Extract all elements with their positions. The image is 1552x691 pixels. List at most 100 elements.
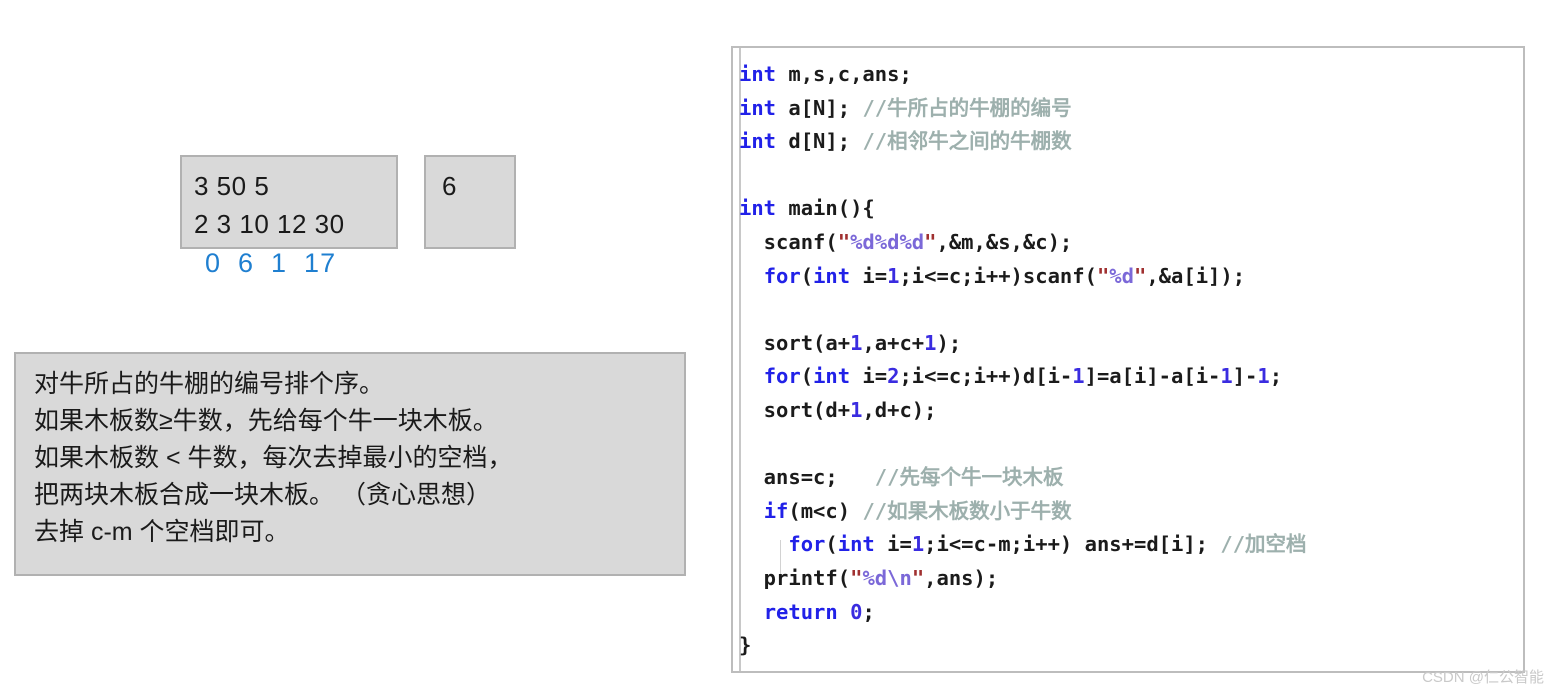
code-token-id: i= [850,364,888,389]
code-token-id: ,ans); [924,565,999,590]
code-token-id: ; [862,599,875,624]
code-token-kw: for [763,364,801,389]
code-line: } [739,629,1523,663]
code-line: scanf("%d%d%d",&m,&s,&c); [739,226,1523,260]
code-token-id [739,532,788,556]
code-token-quo: " [837,229,851,254]
code-token-cmt: //牛所占的牛棚的编号 [862,95,1072,120]
code-panel[interactable]: int m,s,c,ans; int a[N]; //牛所占的牛棚的编号 int d… [731,46,1525,673]
code-token-id: sort(a+ [739,330,851,355]
code-token-id: (m<c) [788,498,863,523]
code-token-kw: int [739,95,777,120]
code-line: sort(d+1,d+c); [739,394,1523,428]
code-token-id [739,364,764,388]
code-token-num: 1 [1220,364,1233,389]
code-token-id: ); [936,330,962,355]
code-line: if(m<c) //如果木板数小于牛数 [739,495,1523,529]
explanation-line-3: 如果木板数 < 牛数，每次去掉最小的空档， [34,444,513,472]
code-token-id: ( [825,532,838,557]
code-token-id: ( [800,263,814,288]
code-line: for(int i=2;i<=c;i++)d[i-1]=a[i]-a[i-1]-… [739,360,1523,394]
code-token-id: ]- [1232,364,1258,389]
code-line: ans=c; //先每个牛一块木板 [739,461,1523,495]
code-token-cmt: //如果木板数小于牛数 [862,498,1072,523]
code-token-kw: int [813,364,851,389]
code-token-id: d[N]; [776,129,863,154]
explanation-line-5: 去掉 c-m 个空档即可。 [34,518,290,546]
code-line: printf("%d\n",ans); [739,562,1523,596]
explanation-line-2: 如果木板数≥牛数，先给每个牛一块木板。 [34,407,498,435]
code-line: int a[N]; //牛所占的牛棚的编号 [739,92,1523,126]
code-token-num: 1 [887,263,900,288]
code-line: int d[N]; //相邻牛之间的牛棚数 [739,125,1523,159]
code-token-id [739,499,764,523]
explanation-line-4: 把两块木板合成一块木板。 （贪心思想） [34,481,491,509]
code-line: sort(a+1,a+c+1); [739,327,1523,361]
code-token-num: 1 [924,330,937,355]
code-token-cmt: //相邻牛之间的牛棚数 [862,129,1072,154]
code-token-kw: int [739,129,777,154]
sample-output-line-1: 6 [442,171,457,201]
code-block[interactable]: int m,s,c,ans; int a[N]; //牛所占的牛棚的编号 int d… [733,48,1523,663]
code-token-id: } [739,633,752,658]
code-token-quo: " [1133,263,1147,288]
code-token-id: ;i<=c;i++)scanf( [899,263,1097,288]
code-token-id: ]=a[i]-a[i- [1084,364,1221,389]
code-token-str: %d [1109,263,1134,288]
code-line: int m,s,c,ans; [739,58,1523,92]
code-token-id: sort(d+ [739,397,851,422]
code-token-id: a[N]; [776,95,863,120]
code-token-quo: " [911,565,925,590]
sample-input-box: 3 50 5 2 3 10 12 30 [180,155,398,249]
code-token-num: 0 [850,599,863,624]
code-token-cmt: //加空档 [1220,532,1307,557]
gap-numbers-annotation: 0 6 1 17 [205,248,337,278]
code-token-id: ,a+c+ [862,330,925,355]
code-token-num: 1 [1257,364,1270,389]
code-token-str: %d\n [862,565,912,590]
code-token-cmt: //先每个牛一块木板 [874,465,1064,490]
code-token-num: 1 [911,532,925,557]
code-token-id: ( [800,364,814,389]
code-token-kw: int [813,263,851,288]
sample-input-line-1: 3 50 5 [194,171,270,201]
code-token-kw: return [763,599,838,624]
code-token-id [739,600,764,624]
code-token-kw: int [837,532,875,557]
code-token-id: ,d+c); [862,397,937,422]
code-line: for(int i=1;i<=c-m;i++) ans+=d[i]; //加空档 [739,528,1523,562]
code-token-id: main(){ [776,196,875,221]
code-token-id: ,&a[i]); [1146,263,1246,288]
code-line: return 0; [739,596,1523,630]
code-token-kw: if [763,498,789,523]
code-token-num: 2 [887,364,900,389]
code-token-id [739,264,764,288]
code-token-id: i= [874,532,912,557]
code-token-kw: int [739,62,777,86]
csdn-watermark: CSDN @仁公智能 [1422,669,1544,686]
code-token-id [838,600,850,624]
code-token-id: ,&m,&s,&c); [936,229,1073,254]
sample-input-line-2: 2 3 10 12 30 [194,209,345,239]
code-token-str: %d%d%d [850,229,925,254]
explanation-line-1: 对牛所占的牛棚的编号排个序。 [34,370,385,398]
code-token-kw: for [788,532,826,557]
code-token-id: ans=c; [739,465,875,490]
code-token-id: m,s,c,ans; [776,62,912,86]
code-token-id: i= [850,263,888,288]
code-token-num: 1 [850,330,863,355]
code-token-num: 1 [850,397,863,422]
code-token-id: ; [1269,364,1283,389]
sample-output-box: 6 [424,155,516,249]
code-token-quo: " [850,565,863,590]
code-token-id: ;i<=c;i++)d[i- [899,364,1073,389]
code-token-quo: " [924,229,937,254]
code-token-id: scanf( [739,229,838,254]
code-token-num: 1 [1072,364,1085,389]
explanation-box: 对牛所占的牛棚的编号排个序。 如果木板数≥牛数，先给每个牛一块木板。 如果木板数… [14,352,686,576]
code-token-kw: for [763,263,801,288]
code-token-id: printf( [739,565,851,590]
